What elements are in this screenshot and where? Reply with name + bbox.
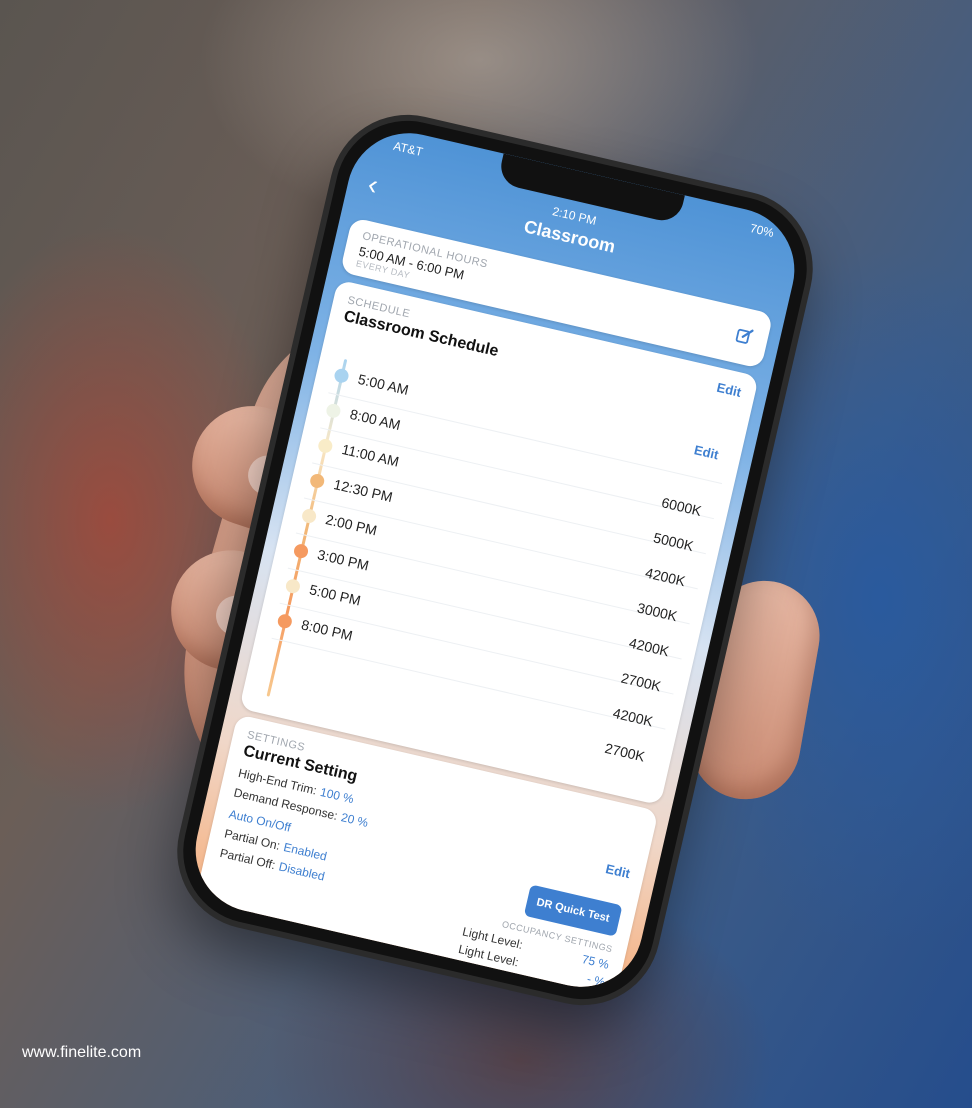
schedule-dot	[300, 507, 318, 525]
schedule-kelvin: 2700K	[603, 739, 647, 765]
partial-on-value: Enabled	[282, 840, 329, 864]
schedule-dot	[284, 577, 302, 595]
light-level-value: 75 %	[580, 952, 611, 972]
schedule-dot	[276, 612, 294, 630]
schedule-dot	[292, 542, 310, 560]
schedule-time: 5:00 AM	[356, 370, 411, 398]
schedule-time: 2:00 PM	[324, 511, 379, 539]
schedule-dot	[325, 402, 342, 420]
schedule-dot	[316, 437, 334, 455]
schedule-time: 3:00 PM	[316, 546, 371, 574]
schedule-time: 8:00 AM	[348, 405, 403, 434]
carrier-label: AT&T	[392, 138, 425, 160]
battery-label: 70%	[748, 221, 776, 241]
partial-off-value: Disabled	[277, 859, 327, 884]
schedule-time: 11:00 AM	[340, 440, 401, 470]
schedule-time: 5:00 PM	[307, 581, 363, 609]
demand-response-value: 20 %	[339, 810, 370, 830]
off-after-value: - min	[573, 987, 603, 1000]
schedule-card: SCHEDULE Classroom Schedule Edit Edit 5:…	[239, 279, 760, 806]
edit-pencil-icon[interactable]	[734, 325, 756, 347]
schedule-time: 12:30 PM	[332, 476, 395, 506]
schedule-edit-button[interactable]: Edit	[715, 380, 742, 400]
schedule-dot	[308, 472, 326, 490]
high-end-trim-value: 100 %	[318, 784, 356, 807]
website-watermark: www.finelite.com	[22, 1044, 142, 1061]
schedule-dot	[333, 367, 350, 385]
schedule-timeline: Edit 5:00 AM 8:00 AM 6000K 11:00 AM 5000K 12:…	[257, 355, 731, 792]
light-level-off-value: - %	[585, 971, 607, 990]
schedule-time: 8:00 PM	[299, 616, 355, 644]
